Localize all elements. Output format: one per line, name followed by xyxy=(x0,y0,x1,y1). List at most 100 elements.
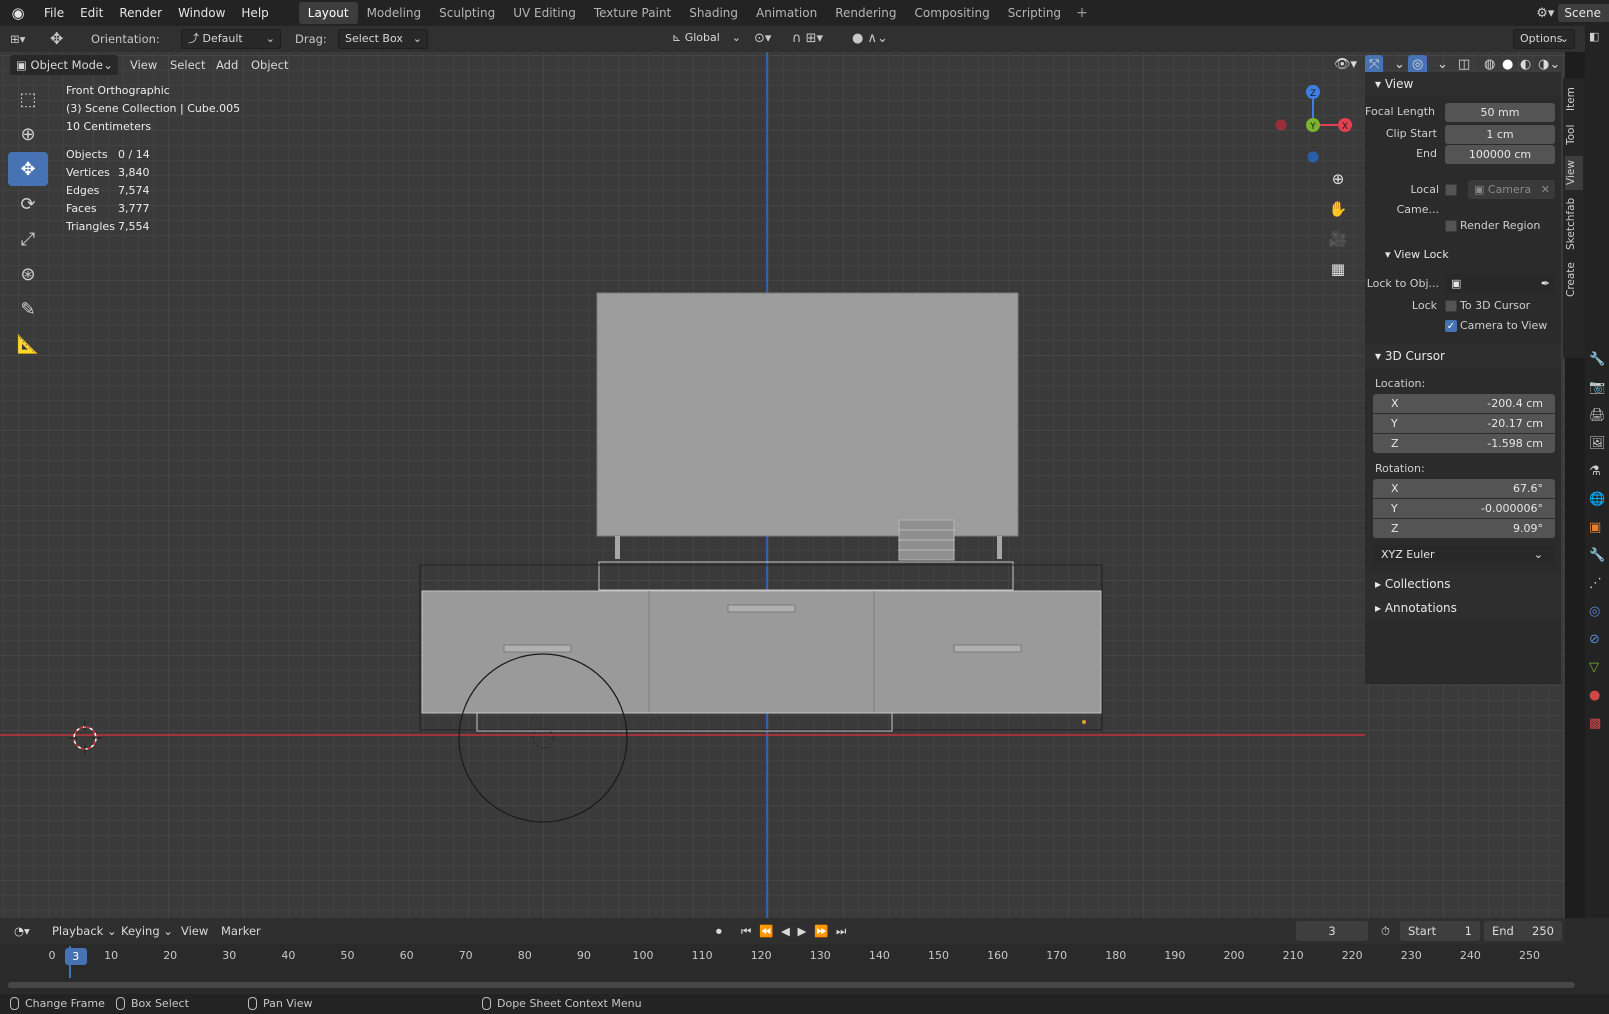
constraints-icon[interactable]: ⊘ xyxy=(1589,626,1606,654)
workspace-tab-scripting[interactable]: Scripting xyxy=(999,2,1070,24)
status-bar: Change Frame Box Select Pan View Dope Sh… xyxy=(0,994,1609,1014)
camera-view-icon[interactable]: 🎥 xyxy=(1325,224,1351,254)
panel-3d-cursor-header[interactable]: ▾ 3D Cursor xyxy=(1365,344,1561,368)
workspace-tab-modeling[interactable]: Modeling xyxy=(358,2,431,24)
status-box-select: Box Select xyxy=(116,994,189,1014)
material-properties-icon[interactable]: ● xyxy=(1589,682,1606,710)
texture-properties-icon[interactable]: ▩ xyxy=(1589,710,1606,738)
menu-edit[interactable]: Edit xyxy=(72,0,111,26)
cursor-rotation-x[interactable]: X 67.6° xyxy=(1373,479,1555,498)
world-properties-icon[interactable]: 🌐 xyxy=(1589,486,1606,514)
workspace-tab-animation[interactable]: Animation xyxy=(747,2,826,24)
workspace-tab-sculpting[interactable]: Sculpting xyxy=(430,2,504,24)
cursor-location-x[interactable]: X -200.4 cm xyxy=(1373,394,1555,413)
ruler-tick-label: 160 xyxy=(987,949,1009,962)
start-frame-field[interactable]: Start 1 xyxy=(1400,921,1480,941)
timeline-menu-marker[interactable]: Marker xyxy=(215,921,267,941)
sidebar-tab-item[interactable]: Item xyxy=(1565,82,1583,116)
playback-controls[interactable]: ⏮ ⏪ ◀ ▶ ⏩ ⏭ xyxy=(735,921,854,941)
lock-to-3d-cursor-checkbox[interactable] xyxy=(1445,300,1457,312)
record-icon[interactable]: ⏺ xyxy=(710,921,728,941)
pan-hand-icon[interactable]: ✋ xyxy=(1325,194,1351,224)
sidebar-tab-sketchfab[interactable]: Sketchfab xyxy=(1565,196,1583,252)
close-icon[interactable]: ✕ xyxy=(1541,180,1550,199)
menu-file[interactable]: File xyxy=(36,0,72,26)
modifier-properties-icon[interactable]: 🔧 xyxy=(1589,542,1606,570)
scene-selector[interactable]: ⚙▾ Scene xyxy=(1532,0,1609,26)
object-properties-icon[interactable]: ▣ xyxy=(1589,514,1606,542)
pivot-point-icon[interactable]: ⊙▾ xyxy=(754,29,771,49)
add-workspace-button[interactable]: + xyxy=(1070,5,1094,21)
cursor-rotation-z[interactable]: Z 9.09° xyxy=(1373,519,1555,538)
properties-editor-icon[interactable]: ◧ xyxy=(1589,30,1599,43)
menu-help[interactable]: Help xyxy=(233,0,276,26)
ortho-grid-icon[interactable]: ▦ xyxy=(1325,254,1351,284)
timeline-editor-type-icon[interactable]: ◔▾ xyxy=(8,921,36,941)
lock-to-object-field[interactable]: ▣ ✒ xyxy=(1445,274,1555,293)
cursor-location-y[interactable]: Y -20.17 cm xyxy=(1373,414,1555,433)
sidebar-tab-tool[interactable]: Tool xyxy=(1565,120,1583,150)
sidebar-tab-create[interactable]: Create xyxy=(1565,258,1583,302)
tool-properties-icon[interactable]: 🔧 xyxy=(1589,346,1606,374)
rotation-mode-dropdown[interactable]: XYZ Euler ⌄ xyxy=(1373,545,1555,564)
timeline-scrollbar[interactable] xyxy=(8,982,1575,988)
sidebar-tab-view[interactable]: View xyxy=(1565,156,1583,190)
drag-dropdown[interactable]: Select Box ⌄ xyxy=(338,29,428,49)
panel-view-header[interactable]: ▾ View xyxy=(1365,72,1561,96)
stopwatch-icon[interactable]: ⏱ xyxy=(1375,921,1396,941)
frame-ruler[interactable]: 0 10 20 30 40 50 60 70 80 90 100 110 120 130 140 150 160… xyxy=(0,946,1565,968)
local-camera-checkbox[interactable] xyxy=(1445,184,1457,196)
ruler-tick-label: 200 xyxy=(1223,949,1245,962)
cursor-rotation-y[interactable]: Y -0.000006° xyxy=(1373,499,1555,518)
lock-to-object-label: Lock to Obj... xyxy=(1366,277,1439,290)
local-camera-field[interactable]: ▣ Camera ✕ xyxy=(1468,180,1555,199)
lock-label: Lock xyxy=(1411,299,1437,312)
transform-orientation-dropdown[interactable]: ⊾ Global ⌄ xyxy=(666,29,746,49)
blender-logo-icon[interactable]: ◉ xyxy=(0,4,36,22)
workspace-tab-layout[interactable]: Layout xyxy=(298,2,358,24)
workspace-tab-rendering[interactable]: Rendering xyxy=(826,2,905,24)
particles-icon[interactable]: ⋰ xyxy=(1589,570,1606,598)
workspace-tab-compositing[interactable]: Compositing xyxy=(905,2,998,24)
view-lock-header[interactable]: ▾ View Lock xyxy=(1385,245,1449,265)
panel-annotations-header[interactable]: ▸ Annotations xyxy=(1365,596,1561,620)
orientation-dropdown[interactable]: ⤴ Default ⌄ xyxy=(181,29,281,49)
eyedropper-icon[interactable]: ✒ xyxy=(1541,274,1550,293)
end-frame-field[interactable]: End 250 xyxy=(1484,921,1562,941)
workspace-tab-uv-editing[interactable]: UV Editing xyxy=(504,2,585,24)
playhead[interactable] xyxy=(69,946,71,978)
status-change-frame: Change Frame xyxy=(10,994,105,1014)
orientation-label: Orientation: xyxy=(91,32,160,46)
data-properties-icon[interactable]: ▽ xyxy=(1589,654,1606,682)
timeline-menu-keying[interactable]: Keying ⌄ xyxy=(115,921,179,941)
focal-length-field[interactable]: 50 mm xyxy=(1445,103,1555,122)
physics-icon[interactable]: ◎ xyxy=(1589,598,1606,626)
scene-properties-icon[interactable]: ⚗ xyxy=(1589,458,1606,486)
timeline-menu-view[interactable]: View xyxy=(175,921,214,941)
current-frame-field[interactable]: 3 xyxy=(1296,921,1368,941)
output-properties-icon[interactable]: 🖨 xyxy=(1589,402,1606,430)
workspace-tab-texture-paint[interactable]: Texture Paint xyxy=(585,2,680,24)
zoom-icon[interactable]: ⊕ xyxy=(1325,164,1351,194)
cabinet-top-frame xyxy=(598,561,1014,591)
options-dropdown[interactable]: Options ⌄ xyxy=(1513,29,1575,49)
snap-icon[interactable]: ∩ ⊞▾ xyxy=(792,29,823,49)
cursor-location-z[interactable]: Z -1.598 cm xyxy=(1373,434,1555,453)
3d-viewport[interactable]: ▣ Object Mode ⌄ View Select Add Object 👁▾… xyxy=(0,52,1565,918)
camera-to-view-checkbox[interactable]: ✓ xyxy=(1445,320,1457,332)
ruler-tick-label: 80 xyxy=(517,949,532,962)
workspace-tab-shading[interactable]: Shading xyxy=(680,2,747,24)
drag-label: Drag: xyxy=(295,32,327,46)
clip-end-field[interactable]: 100000 cm xyxy=(1445,145,1555,164)
render-region-checkbox[interactable] xyxy=(1445,220,1457,232)
menu-render[interactable]: Render xyxy=(111,0,170,26)
timeline-menu-playback[interactable]: Playback ⌄ xyxy=(46,921,123,941)
move-tool-icon: ✥ xyxy=(50,29,64,48)
view-layer-icon[interactable]: 🖼 xyxy=(1589,430,1606,458)
menu-window[interactable]: Window xyxy=(170,0,233,26)
editor-type-icon[interactable]: ⊞▾ xyxy=(10,29,25,49)
proportional-edit-icon[interactable]: ● ∧⌄ xyxy=(852,29,888,49)
clip-start-field[interactable]: 1 cm xyxy=(1445,125,1555,144)
render-properties-icon[interactable]: 📷 xyxy=(1589,374,1606,402)
panel-collections-header[interactable]: ▸ Collections xyxy=(1365,572,1561,596)
